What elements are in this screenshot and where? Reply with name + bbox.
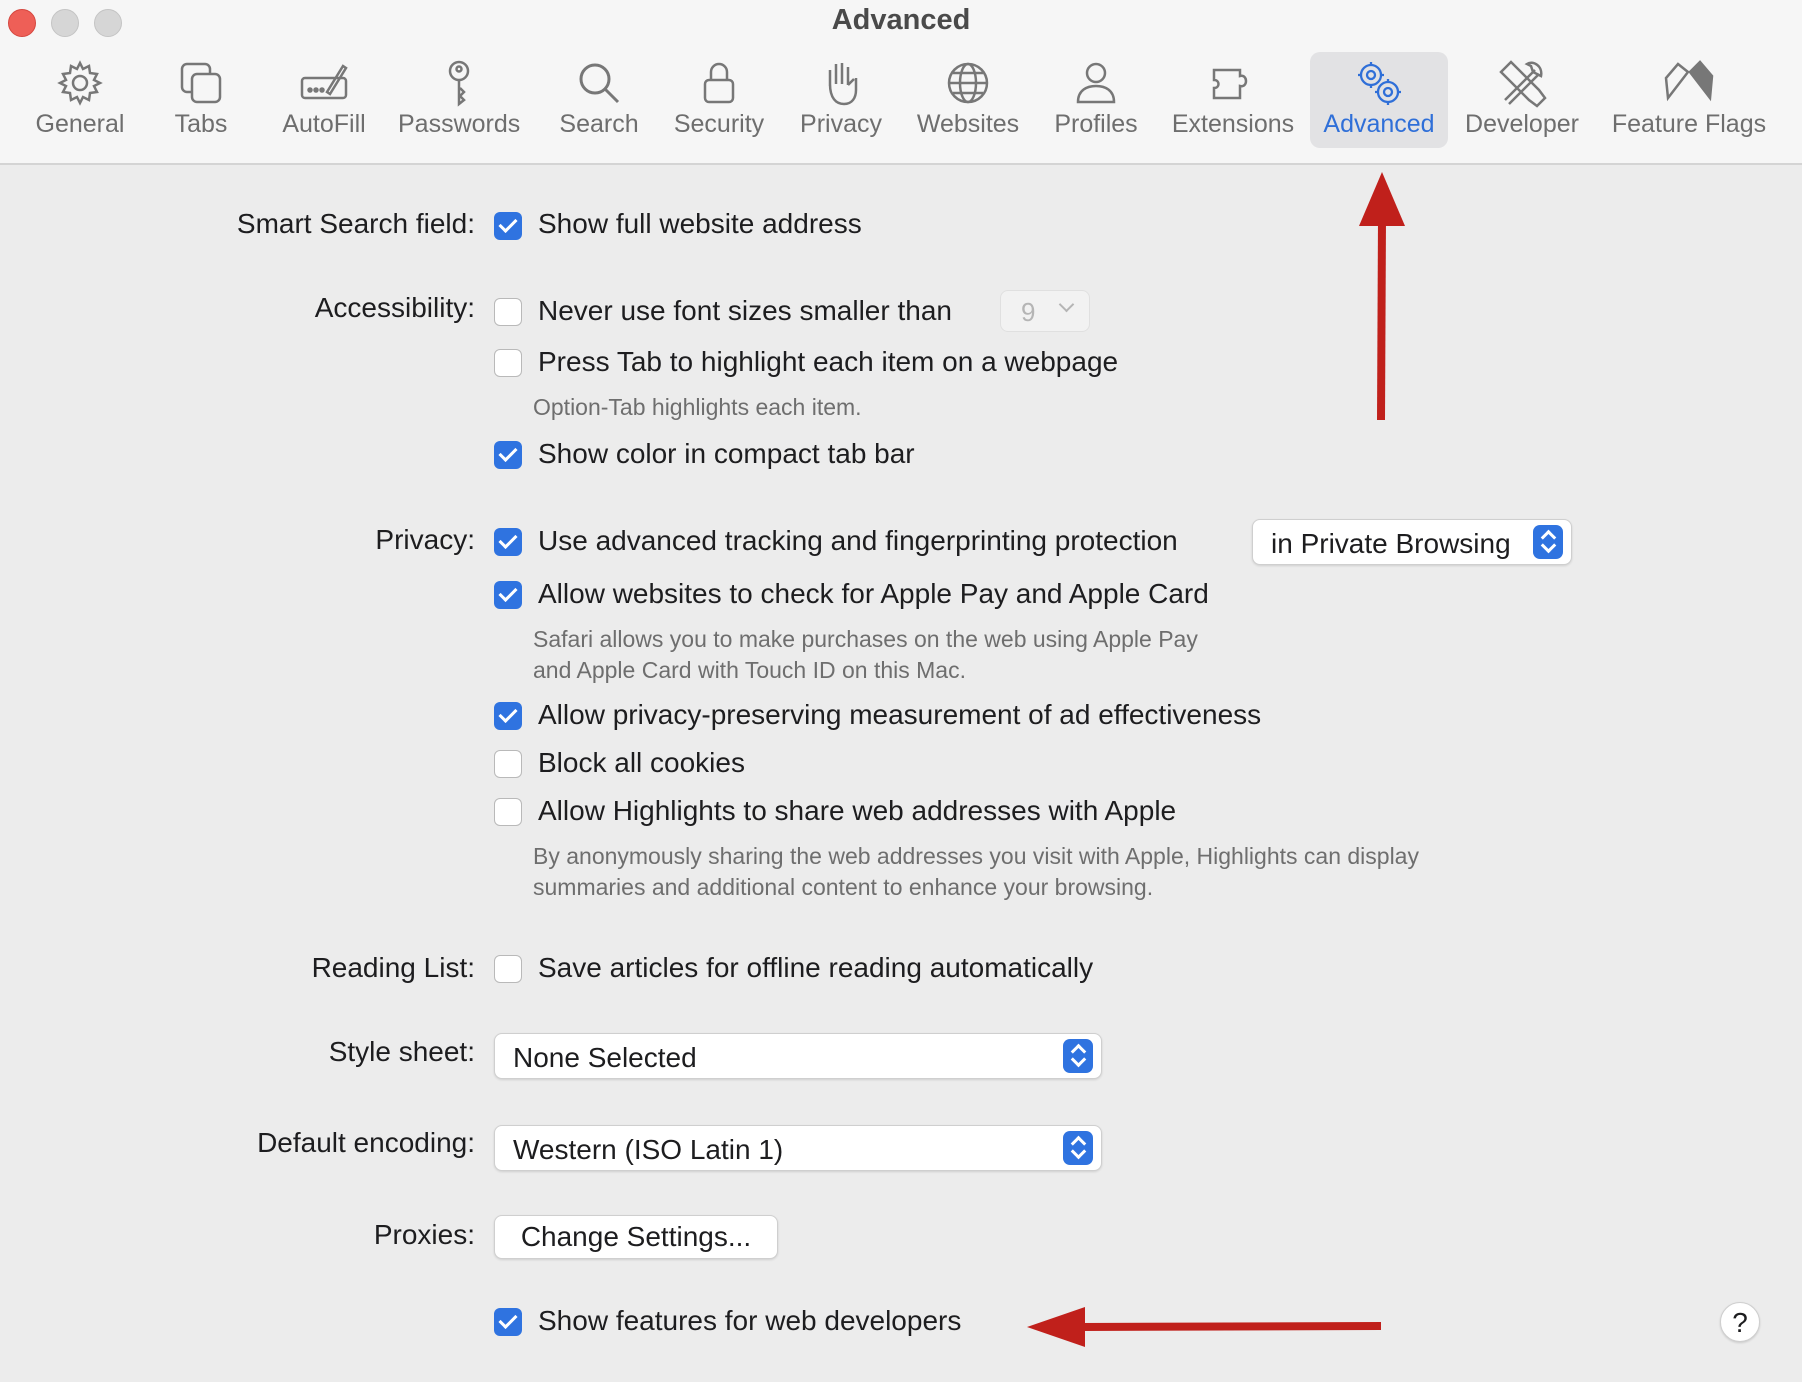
show-full-address-checkbox[interactable] <box>494 212 522 240</box>
highlights-label: Allow Highlights to share web addresses … <box>538 795 1177 826</box>
tab-label: Security <box>673 110 765 138</box>
change-proxy-settings-button[interactable]: Change Settings... <box>494 1215 778 1259</box>
tab-feature-flags[interactable]: Feature Flags <box>1606 52 1772 148</box>
annotation-arrow-up <box>1359 172 1405 421</box>
style-sheet-select[interactable]: None Selected <box>494 1033 1102 1079</box>
tab-label: Profiles <box>1054 110 1138 138</box>
apple-pay-note-line-2: and Apple Card with Touch ID on this Mac… <box>533 657 966 683</box>
tab-label: General <box>35 110 125 138</box>
apple-pay-label: Allow websites to check for Apple Pay an… <box>538 578 1209 609</box>
compact-tab-color-label: Show color in compact tab bar <box>538 438 915 469</box>
help-button[interactable]: ? <box>1720 1302 1760 1342</box>
tab-autofill[interactable]: AutoFill <box>274 52 374 148</box>
person-icon <box>1076 62 1116 104</box>
highlights-note-line-2: summaries and additional content to enha… <box>533 874 1154 900</box>
annotation-arrow-left <box>1027 1307 1382 1347</box>
tab-security[interactable]: Security <box>670 52 768 148</box>
web-developer-features-checkbox[interactable] <box>494 1308 522 1336</box>
advanced-settings-pane: Smart Search field: Show full website ad… <box>0 165 1802 1382</box>
tab-label: Advanced <box>1323 110 1435 138</box>
reading-list-label: Reading List: <box>311 952 475 983</box>
toolbar: Advanced General Tabs AutoFill Passwords… <box>0 0 1802 165</box>
hand-icon <box>828 63 858 106</box>
tabs-icon <box>180 62 222 104</box>
default-encoding-select[interactable]: Western (ISO Latin 1) <box>494 1125 1102 1171</box>
tab-label: Privacy <box>800 110 882 138</box>
tab-general[interactable]: General <box>30 52 130 148</box>
key-icon <box>448 60 470 107</box>
press-tab-label: Press Tab to highlight each item on a we… <box>538 346 1119 377</box>
tracking-protection-label: Use advanced tracking and fingerprinting… <box>538 525 1178 556</box>
min-font-size-checkbox[interactable] <box>494 298 522 326</box>
tab-developer[interactable]: Developer <box>1462 52 1582 148</box>
tracking-protection-value: in Private Browsing <box>1271 528 1511 559</box>
tab-label: Extensions <box>1171 110 1295 138</box>
tab-search[interactable]: Search <box>552 52 646 148</box>
tracking-protection-checkbox[interactable] <box>494 528 522 556</box>
offline-reading-checkbox[interactable] <box>494 955 522 983</box>
apple-pay-checkbox[interactable] <box>494 581 522 609</box>
window-title: Advanced <box>831 4 971 36</box>
style-sheet-label: Style sheet: <box>328 1036 475 1067</box>
show-full-address-label: Show full website address <box>538 208 862 239</box>
ad-measurement-checkbox[interactable] <box>494 702 522 730</box>
tools-icon <box>1499 60 1547 108</box>
tab-tabs[interactable]: Tabs <box>158 52 244 148</box>
min-font-size-value: 9 <box>1021 297 1036 327</box>
gear-icon <box>57 60 103 106</box>
smart-search-label: Smart Search field: <box>236 208 475 239</box>
highlights-note-line-1: By anonymously sharing the web addresses… <box>533 843 1419 869</box>
ad-measurement-label: Allow privacy-preserving measurement of … <box>538 699 1262 730</box>
tab-privacy[interactable]: Privacy <box>796 52 886 148</box>
globe-icon <box>947 62 989 104</box>
tab-label: Tabs <box>174 110 228 138</box>
search-icon <box>579 63 620 104</box>
press-tab-note: Option-Tab highlights each item. <box>533 394 862 420</box>
accessibility-label: Accessibility: <box>314 292 475 323</box>
web-developer-features-label: Show features for web developers <box>538 1305 962 1336</box>
select-arrows-icon <box>1533 525 1563 559</box>
autofill-icon <box>300 64 348 100</box>
tab-label: AutoFill <box>282 110 366 138</box>
tab-extensions[interactable]: Extensions <box>1168 52 1298 148</box>
tab-label: Feature Flags <box>1611 110 1767 138</box>
tab-websites[interactable]: Websites <box>910 52 1026 148</box>
proxies-label: Proxies: <box>373 1219 475 1250</box>
tab-label: Developer <box>1465 110 1579 138</box>
flags-icon <box>1664 60 1714 102</box>
block-cookies-label: Block all cookies <box>538 747 745 778</box>
tracking-protection-select[interactable]: in Private Browsing <box>1252 519 1572 565</box>
lock-icon <box>703 62 735 104</box>
compact-tab-color-checkbox[interactable] <box>494 441 522 469</box>
select-arrows-icon <box>1063 1039 1093 1073</box>
select-arrows-icon <box>1063 1131 1093 1165</box>
min-font-size-label: Never use font sizes smaller than <box>538 295 952 326</box>
tab-label: Search <box>559 110 639 138</box>
tab-passwords[interactable]: Passwords <box>398 52 520 148</box>
tab-advanced[interactable]: Advanced <box>1310 52 1448 148</box>
style-sheet-value: None Selected <box>513 1042 697 1073</box>
puzzle-icon <box>1212 68 1248 100</box>
min-font-size-select[interactable]: 9 <box>1000 290 1090 332</box>
apple-pay-note-line-1: Safari allows you to make purchases on t… <box>533 626 1198 652</box>
tab-label: Passwords <box>398 110 521 138</box>
default-encoding-value: Western (ISO Latin 1) <box>513 1134 784 1165</box>
block-cookies-checkbox[interactable] <box>494 750 522 778</box>
offline-reading-label: Save articles for offline reading automa… <box>538 952 1094 983</box>
gears-icon <box>1358 62 1401 105</box>
tab-label: Websites <box>916 110 1020 138</box>
press-tab-checkbox[interactable] <box>494 349 522 377</box>
tab-profiles[interactable]: Profiles <box>1050 52 1142 148</box>
chevron-down-icon <box>1058 296 1075 313</box>
privacy-label: Privacy: <box>375 524 475 555</box>
highlights-checkbox[interactable] <box>494 798 522 826</box>
default-encoding-label: Default encoding: <box>257 1127 475 1158</box>
